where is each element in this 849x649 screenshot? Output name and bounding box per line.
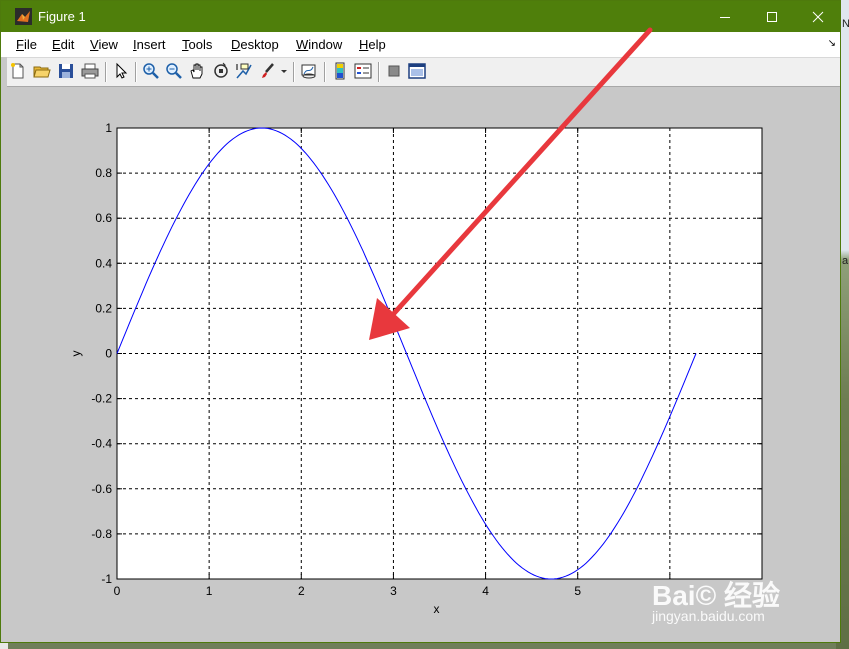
toolbar-separator xyxy=(378,62,380,82)
maximize-button[interactable] xyxy=(749,1,795,32)
legend-icon[interactable] xyxy=(354,62,372,80)
menu-edit[interactable]: Edit xyxy=(52,37,74,52)
zoom-in-icon[interactable] xyxy=(142,62,160,80)
menu-insert[interactable]: Insert xyxy=(133,37,166,52)
close-button[interactable] xyxy=(795,1,841,32)
desktop-edge-text: N xyxy=(842,18,849,30)
toolbar-separator xyxy=(324,62,326,82)
hide-tools-icon[interactable] xyxy=(385,62,403,80)
desktop-edge-text-2: a xyxy=(842,255,849,267)
print-icon[interactable] xyxy=(81,62,99,80)
open-icon[interactable] xyxy=(33,62,51,80)
menu-tools[interactable]: Tools xyxy=(182,37,212,52)
close-icon xyxy=(812,11,824,22)
show-tools-icon[interactable] xyxy=(408,62,426,80)
toolbar-separator xyxy=(293,62,295,82)
menu-help[interactable]: Help xyxy=(359,37,386,52)
pan-icon[interactable] xyxy=(188,62,206,80)
window-title: Figure 1 xyxy=(38,9,86,24)
zoom-out-icon[interactable] xyxy=(165,62,183,80)
save-icon[interactable] xyxy=(57,62,75,80)
minimize-icon xyxy=(720,16,730,18)
brush-icon[interactable] xyxy=(259,62,277,80)
data-cursor-icon[interactable] xyxy=(235,62,253,80)
colorbar-icon[interactable] xyxy=(331,62,349,80)
menu-window[interactable]: Window xyxy=(296,37,342,52)
rotate-icon[interactable] xyxy=(212,62,230,80)
toolbar-separator xyxy=(105,62,107,82)
toolbar-separator xyxy=(135,62,137,82)
pointer-icon[interactable] xyxy=(112,62,130,80)
menu-bar: File Edit View Insert Tools Desktop Wind… xyxy=(1,32,840,57)
watermark-url: jingyan.baidu.com xyxy=(652,608,765,624)
maximize-icon xyxy=(767,11,777,22)
minimize-button[interactable] xyxy=(702,1,748,32)
baidu-watermark: Bai© 经验 jingyan.baidu.com xyxy=(652,574,780,624)
figure-window: Figure 1 File Edit View Insert Tools Des… xyxy=(0,0,841,643)
menu-desktop[interactable]: Desktop xyxy=(231,37,279,52)
figure-toolbar xyxy=(7,57,840,87)
brush-dropdown-icon[interactable] xyxy=(279,62,289,80)
menu-dock-arrow-icon[interactable]: ↘ xyxy=(828,38,836,49)
title-bar[interactable]: Figure 1 xyxy=(1,1,840,32)
menu-view[interactable]: View xyxy=(90,37,118,52)
link-icon[interactable] xyxy=(300,62,318,80)
new-figure-icon[interactable] xyxy=(9,62,27,80)
matlab-icon xyxy=(15,8,32,25)
menu-file[interactable]: File xyxy=(16,37,37,52)
watermark-logo: Bai© 经验 xyxy=(652,580,780,611)
